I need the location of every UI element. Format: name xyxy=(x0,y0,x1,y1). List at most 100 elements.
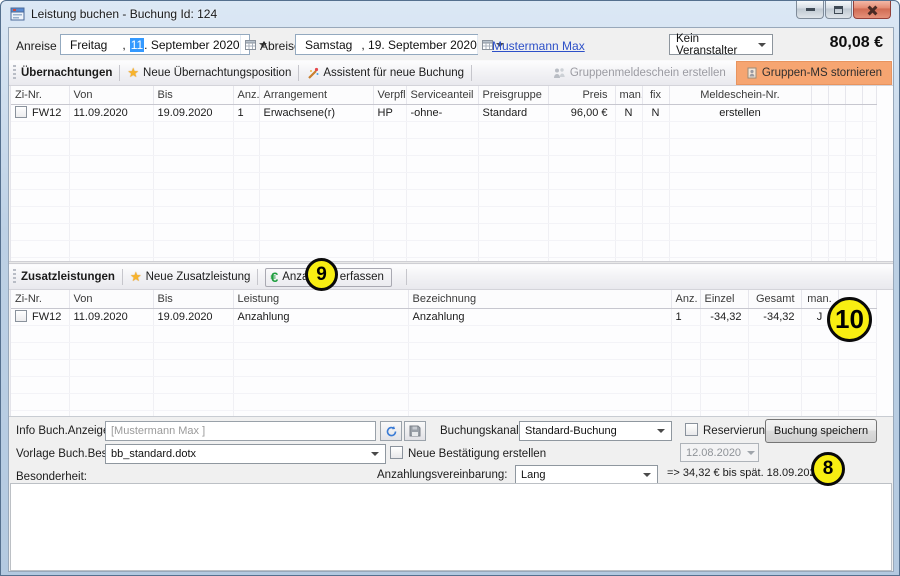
abreise-day: Samstag xyxy=(305,38,352,52)
empty-grid-row xyxy=(11,172,877,189)
minimize-button[interactable] xyxy=(796,1,824,19)
annotation-circle-9: 9 xyxy=(305,258,338,291)
reservation-until-checkbox[interactable] xyxy=(685,423,698,436)
new-booking-assistant-button[interactable]: Assistent für neue Buchung xyxy=(306,67,464,80)
toolbar-grip xyxy=(13,269,16,285)
chevron-down-icon xyxy=(657,429,665,433)
empty-grid-row xyxy=(11,138,877,155)
separator xyxy=(298,65,299,81)
template-select[interactable]: bb_standard.dotx xyxy=(105,444,386,464)
special-note-textarea[interactable] xyxy=(10,483,892,571)
chevron-down-icon xyxy=(643,473,651,477)
new-overnight-position-button[interactable]: ★ Neue Übernachtungsposition xyxy=(127,67,291,79)
abreise-rest: , 19. September 2020 xyxy=(361,38,476,52)
overnight-table: Zi-Nr. Von Bis Anz. Arrangement Verpfl. … xyxy=(11,86,877,261)
separator xyxy=(471,65,472,81)
anreise-rest: . September 2020 xyxy=(144,38,239,52)
anreise-label: Anreise xyxy=(16,39,57,53)
overnight-section-title: Übernachtungen xyxy=(21,67,112,79)
extras-section-title: Zusatzleistungen xyxy=(21,271,115,283)
refresh-button[interactable] xyxy=(380,421,402,441)
chevron-down-icon xyxy=(747,451,755,455)
group-people-icon xyxy=(552,67,566,79)
minimize-icon xyxy=(806,8,815,11)
window-content: Anreise Freitag , 11 . September 2020 Ab… xyxy=(8,27,894,572)
reservation-date-field[interactable]: 12.08.2020 xyxy=(680,443,759,462)
app-icon xyxy=(10,6,26,22)
separator xyxy=(257,269,258,285)
row-checkbox[interactable] xyxy=(15,106,27,118)
extras-header-row: Zi-Nr. Von Bis Leistung Bezeichnung Anz.… xyxy=(11,290,877,308)
save-booking-button[interactable]: Buchung speichern xyxy=(765,419,877,443)
booking-footer-panel: Info Buch.Anzeige: Buchungskanal: Standa… xyxy=(9,416,893,483)
template-label: Vorlage Buch.Best.: xyxy=(16,448,117,460)
row-checkbox[interactable] xyxy=(15,310,27,322)
star-icon: ★ xyxy=(127,67,139,79)
anreise-day: Freitag xyxy=(70,38,107,52)
empty-grid-row xyxy=(11,376,877,393)
window-title: Leistung buchen - Buchung Id: 124 xyxy=(31,7,217,21)
info-display-label: Info Buch.Anzeige: xyxy=(16,425,113,437)
veranstalter-value: Kein Veranstalter xyxy=(676,33,758,57)
magic-wand-icon xyxy=(306,67,319,80)
maximize-button[interactable] xyxy=(825,1,852,19)
calendar-icon xyxy=(245,39,256,50)
empty-grid-row xyxy=(11,223,877,240)
close-button[interactable] xyxy=(853,1,891,19)
anreise-daynum-selected: 11 xyxy=(130,38,144,52)
meldeschein-erstellen-cell[interactable]: erstellen xyxy=(669,104,811,121)
empty-grid-row xyxy=(11,393,877,410)
save-icon-button[interactable] xyxy=(404,421,426,441)
empty-grid-row xyxy=(11,359,877,376)
veranstalter-select[interactable]: Kein Veranstalter xyxy=(669,34,773,55)
deposit-info-text: => 34,32 € bis spät. 18.09.2020 xyxy=(667,467,822,479)
booking-header-panel: Anreise Freitag , 11 . September 2020 Ab… xyxy=(9,28,893,60)
special-note-label: Besonderheit: xyxy=(16,471,87,483)
extras-table: Zi-Nr. Von Bis Leistung Bezeichnung Anz.… xyxy=(11,290,877,416)
maximize-icon xyxy=(834,6,843,14)
empty-grid-row xyxy=(11,240,877,257)
separator xyxy=(122,269,123,285)
star-icon: ★ xyxy=(130,271,142,283)
overnight-table-row[interactable]: FW12 11.09.2020 19.09.2020 1 Erwachsene(… xyxy=(11,104,877,121)
anreise-comma: , xyxy=(122,38,125,52)
channel-select[interactable]: Standard-Buchung xyxy=(519,421,672,441)
empty-grid-row xyxy=(11,206,877,223)
deposit-agreement-select[interactable]: Lang xyxy=(515,465,658,485)
anreise-date-picker[interactable]: Freitag , 11 . September 2020 xyxy=(60,34,250,55)
separator xyxy=(406,269,407,285)
close-icon xyxy=(867,5,877,15)
total-amount: 80,08 € xyxy=(830,34,883,52)
save-floppy-icon xyxy=(409,425,421,437)
guest-name-link[interactable]: Mustermann Max xyxy=(492,39,585,53)
new-extra-service-button[interactable]: ★ Neue Zusatzleistung xyxy=(130,271,251,283)
new-confirmation-checkbox[interactable] xyxy=(390,446,403,459)
extras-table-row[interactable]: FW12 11.09.2020 19.09.2020 Anzahlung Anz… xyxy=(11,308,877,325)
cancel-group-registration-button[interactable]: Gruppen-MS stornieren xyxy=(736,61,892,85)
refresh-icon xyxy=(385,425,398,438)
extras-toolbar: Zusatzleistungen ★ Neue Zusatzleistung €… xyxy=(9,264,893,290)
empty-grid-row xyxy=(11,121,877,138)
create-group-registration-button[interactable]: Gruppenmeldeschein erstellen xyxy=(552,67,726,79)
app-window: Leistung buchen - Buchung Id: 124 Anreis… xyxy=(0,0,900,576)
info-display-input[interactable] xyxy=(105,421,376,441)
overnight-grid: Zi-Nr. Von Bis Anz. Arrangement Verpfl. … xyxy=(10,86,893,261)
empty-grid-row xyxy=(11,325,877,342)
abreise-date-picker[interactable]: Samstag , 19. September 2020 xyxy=(295,34,478,55)
title-bar: Leistung buchen - Buchung Id: 124 xyxy=(1,1,899,27)
overnight-toolbar: Übernachtungen ★ Neue Übernachtungsposit… xyxy=(9,60,893,86)
empty-grid-row xyxy=(11,342,877,359)
chevron-down-icon xyxy=(758,43,766,47)
annotation-circle-10: 10 xyxy=(827,297,872,342)
overnight-header-row: Zi-Nr. Von Bis Anz. Arrangement Verpfl. … xyxy=(11,86,877,104)
deposit-agreement-label: Anzahlungsvereinbarung: xyxy=(377,469,507,481)
chevron-down-icon xyxy=(371,452,379,456)
toolbar-grip xyxy=(13,65,16,81)
euro-icon: € xyxy=(270,271,278,284)
channel-label: Buchungskanal: xyxy=(440,425,522,437)
empty-grid-row xyxy=(11,189,877,206)
annotation-circle-8: 8 xyxy=(811,452,845,486)
separator xyxy=(119,65,120,81)
person-document-icon xyxy=(746,67,758,79)
new-confirmation-label: Neue Bestätigung erstellen xyxy=(408,448,546,460)
